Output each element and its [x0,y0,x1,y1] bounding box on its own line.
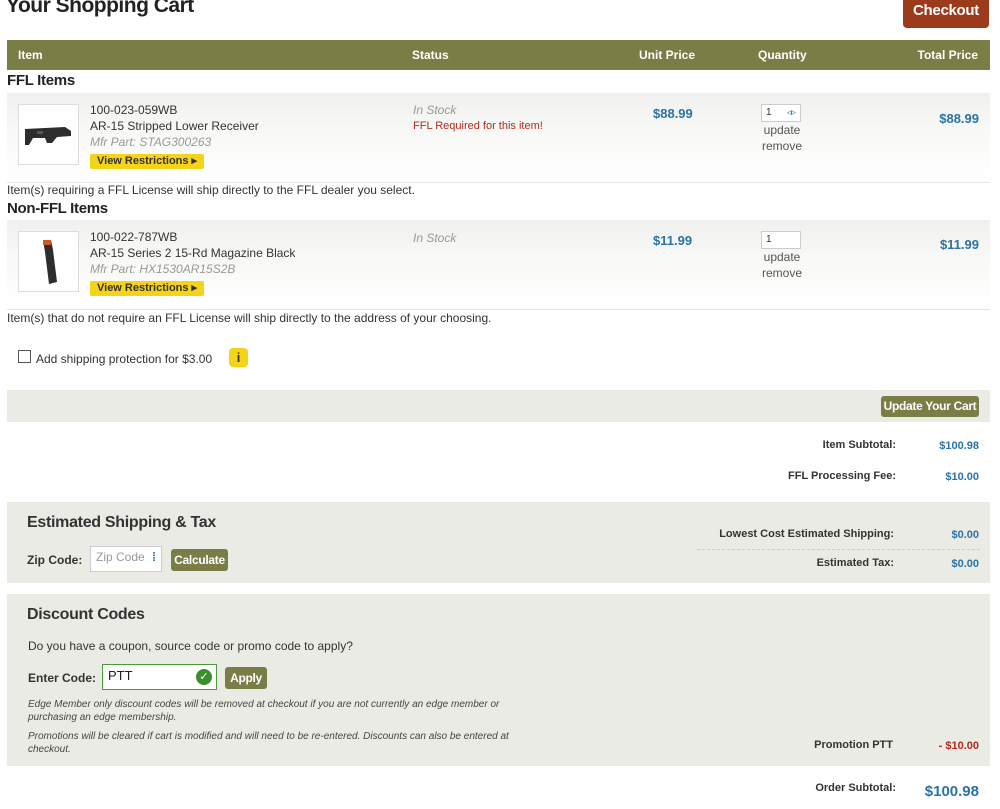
ffl-fee-label: FFL Processing Fee: [788,470,896,482]
calculate-button[interactable]: Calculate [171,549,228,571]
item-unit-price: $88.99 [653,106,693,121]
view-restrictions-button[interactable]: View Restrictions ▸ [90,281,205,296]
view-restrictions-label: View Restrictions [97,282,189,294]
shipping-protection-label[interactable]: Add shipping protection for $3.00 [36,352,212,366]
item-unit-price: $11.99 [653,233,693,248]
header-status: Status [412,48,449,62]
cart-row-ffl: 100-023-059WB AR-15 Stripped Lower Recei… [7,93,990,183]
remove-link[interactable]: remove [752,266,812,280]
header-total-price: Total Price [917,48,978,62]
item-mfr-part: Mfr Part: STAG300263 [90,135,212,149]
remove-link[interactable]: remove [752,139,812,153]
item-total-price: $11.99 [939,237,979,252]
promotion-value: - $10.00 [938,740,979,752]
discount-question: Do you have a coupon, source code or pro… [28,639,353,653]
lowest-shipping-value: $0.00 [951,529,979,541]
product-image-magazine[interactable] [18,231,79,292]
update-link[interactable]: update [752,123,812,137]
quantity-input[interactable]: 1 ◃▹ [761,104,801,122]
enter-code-label: Enter Code: [28,671,97,685]
item-total-price: $88.99 [939,111,979,126]
nonffl-shipping-note: Item(s) that do not require an FFL Licen… [7,311,492,325]
item-subtotal-label: Item Subtotal: [822,439,896,451]
view-restrictions-label: View Restrictions [97,155,189,167]
item-sku: 100-022-787WB [90,230,178,244]
zip-code-input[interactable]: Zip Code ⁞ [90,546,162,572]
page-title: Your Shopping Cart [6,0,194,17]
update-cart-bar [7,390,990,422]
header-quantity: Quantity [758,48,807,62]
product-image-lower-receiver[interactable] [18,104,79,165]
apply-button[interactable]: Apply [225,667,267,689]
ffl-required-note: FFL Required for this item! [413,120,543,132]
quantity-value: 1 [766,107,772,118]
zip-code-label: Zip Code: [27,553,83,567]
order-subtotal-label: Order Subtotal: [815,782,896,794]
item-subtotal-value: $100.98 [939,440,979,452]
item-mfr-part: Mfr Part: HX1530AR15S2B [90,262,236,276]
spinner-icon: ⁞ [152,550,156,564]
shipping-tax-title: Estimated Shipping & Tax [27,514,216,531]
item-status: In Stock [413,231,457,245]
header-unit-price: Unit Price [639,48,696,62]
lower-receiver-icon [25,127,71,145]
estimated-tax-label: Estimated Tax: [816,557,894,569]
zip-code-placeholder: Zip Code [96,550,145,564]
view-restrictions-button[interactable]: View Restrictions ▸ [90,154,205,169]
ffl-section-title: FFL Items [7,72,75,89]
estimated-tax-value: $0.00 [951,558,979,570]
quantity-input[interactable]: 1 [761,231,801,249]
promotion-label: Promotion PTT [814,739,893,751]
item-status: In Stock [413,103,457,117]
magazine-icon [43,240,57,284]
nonffl-section-title: Non-FFL Items [7,200,108,217]
cart-row-nonffl: 100-022-787WB AR-15 Series 2 15-Rd Magaz… [7,220,990,310]
ffl-shipping-note: Item(s) requiring a FFL License will shi… [7,183,415,197]
promotions-note-line1: Promotions will be cleared if cart is mo… [28,731,509,742]
spinner-icon[interactable]: ◃▹ [787,107,796,118]
item-name[interactable]: AR-15 Stripped Lower Receiver [90,119,259,133]
ffl-fee-value: $10.00 [945,471,979,483]
checkout-button[interactable]: Checkout [903,0,989,28]
header-item: Item [18,48,43,62]
shipping-protection-checkbox[interactable] [18,350,31,363]
item-sku: 100-023-059WB [90,103,178,117]
update-cart-button[interactable]: Update Your Cart [881,396,979,417]
discount-code-input[interactable]: PTT ✓ [102,664,217,690]
info-icon[interactable]: i [229,348,248,367]
update-link[interactable]: update [752,250,812,264]
check-circle-icon: ✓ [196,669,212,685]
cart-table-header: Item Status Unit Price Quantity Total Pr… [7,40,990,70]
lowest-shipping-label: Lowest Cost Estimated Shipping: [719,528,894,540]
quantity-value: 1 [766,234,772,245]
discount-code-value: PTT [108,668,133,683]
order-subtotal-value: $100.98 [924,783,979,800]
edge-member-note-line2: purchasing an edge membership. [28,712,177,723]
discount-codes-title: Discount Codes [27,606,145,623]
promotions-note-line2: checkout. [28,744,71,755]
divider [697,549,980,550]
edge-member-note-line1: Edge Member only discount codes will be … [28,699,500,710]
item-name[interactable]: AR-15 Series 2 15-Rd Magazine Black [90,246,295,260]
